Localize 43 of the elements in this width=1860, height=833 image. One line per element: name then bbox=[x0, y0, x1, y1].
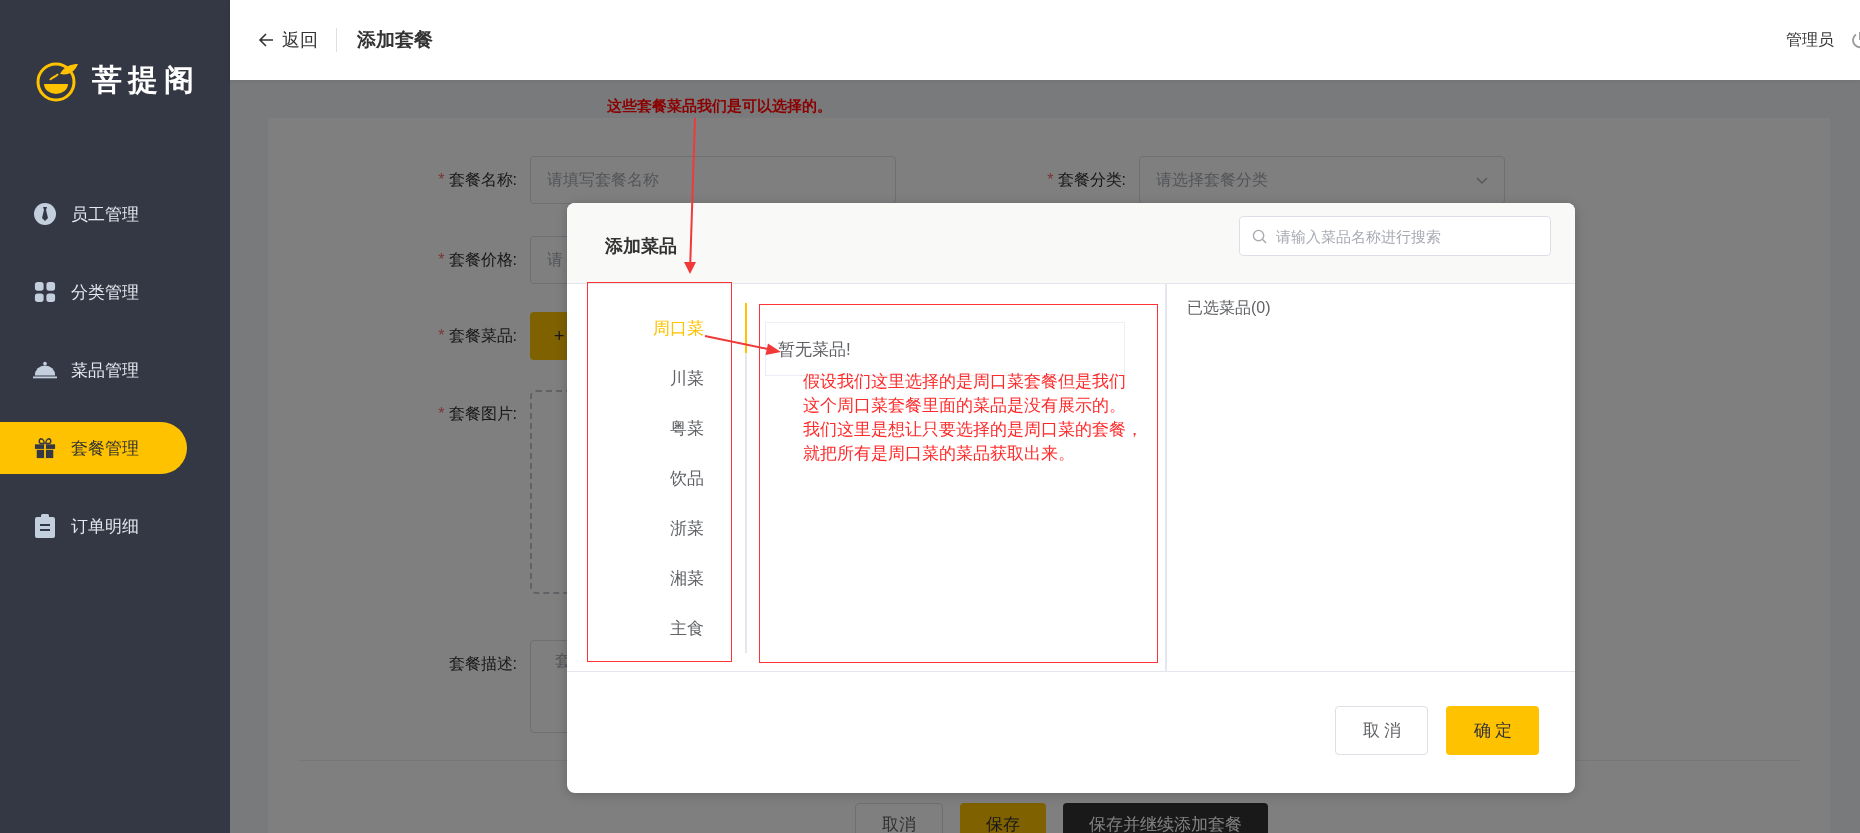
dialog-title: 添加菜品 bbox=[605, 235, 677, 258]
category-tab[interactable]: 湘菜 bbox=[567, 553, 747, 603]
category-tab[interactable]: 主食 bbox=[567, 603, 747, 653]
required-mark: * bbox=[1047, 171, 1054, 189]
field-label: 套餐分类: bbox=[1057, 169, 1126, 190]
required-mark: * bbox=[438, 171, 445, 189]
search-icon bbox=[1252, 229, 1267, 244]
field-label: 套餐描述: bbox=[448, 653, 517, 674]
category-tab[interactable]: 川菜 bbox=[567, 353, 747, 403]
category-tab[interactable]: 粤菜 bbox=[567, 403, 747, 453]
selected-dishes-title: 已选菜品(0) bbox=[1187, 299, 1271, 316]
annotation-note: 这个周口菜套餐里面的菜品是没有展示的。 bbox=[803, 395, 1126, 417]
search-field[interactable]: 请输入菜品名称进行搜索 bbox=[1239, 216, 1551, 256]
logo-text: 菩提阁 bbox=[92, 61, 200, 98]
user-name: 管理员 bbox=[1786, 29, 1834, 50]
field-label: 套餐名称: bbox=[448, 169, 517, 190]
dialog-button[interactable]: 确定 bbox=[1446, 706, 1539, 755]
field-label: 套餐菜品: bbox=[448, 325, 517, 346]
annotation-note: 我们这里是想让只要选择的是周口菜的套餐， bbox=[803, 419, 1143, 441]
category-tab[interactable]: 浙菜 bbox=[567, 503, 747, 553]
sidebar-item[interactable]: 菜品管理 bbox=[0, 344, 187, 396]
clipboard-icon bbox=[33, 514, 57, 538]
required-mark: * bbox=[438, 327, 445, 345]
sidebar-item[interactable]: 分类管理 bbox=[0, 266, 187, 318]
grid-icon bbox=[33, 281, 57, 303]
back-arrow-icon bbox=[258, 32, 274, 48]
category-tab[interactable]: 饮品 bbox=[567, 453, 747, 503]
sidebar-item[interactable]: 订单明细 bbox=[0, 500, 187, 552]
required-mark: * bbox=[438, 251, 445, 269]
form-button[interactable]: 保存并继续添加套餐 bbox=[1063, 803, 1268, 833]
required-mark: * bbox=[438, 405, 445, 423]
sidebar-item[interactable]: 套餐管理 bbox=[0, 422, 187, 474]
back-button[interactable]: 返回 bbox=[258, 28, 337, 52]
gift-icon bbox=[33, 437, 57, 459]
field-label: 套餐图片: bbox=[448, 403, 517, 424]
annotation-note: 这些套餐菜品我们是可以选择的。 bbox=[607, 97, 832, 116]
field-label: 套餐价格: bbox=[448, 249, 517, 270]
annotation-note: 就把所有是周口菜的菜品获取出来。 bbox=[803, 443, 1075, 465]
sidebar-item[interactable]: 员工管理 bbox=[0, 188, 187, 240]
cloche-icon bbox=[33, 360, 57, 380]
page-title: 添加套餐 bbox=[357, 28, 433, 52]
dialog-button[interactable]: 取消 bbox=[1335, 706, 1428, 755]
tie-icon bbox=[33, 202, 57, 226]
